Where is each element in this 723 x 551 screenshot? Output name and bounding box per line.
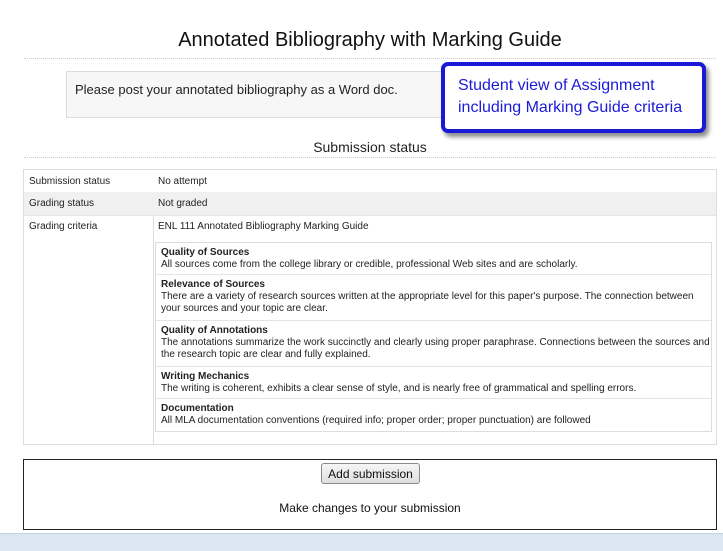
criterion-name: Quality of Annotations [161,325,268,336]
criterion-name: Quality of Sources [161,247,250,258]
criterion-description: All sources come from the college librar… [161,259,578,270]
criterion-description: The annotations summarize the work succi… [161,337,710,360]
row-label: Submission status [29,176,111,187]
criterion-writing-mechanics: Writing Mechanics The writing is coheren… [156,371,711,399]
criterion-name: Documentation [161,403,234,414]
criterion-documentation: Documentation All MLA documentation conv… [156,403,711,431]
submission-status-heading: Submission status [313,139,427,155]
annotation-callout: Student view of Assignment including Mar… [441,62,706,133]
callout-line-2: including Marking Guide criteria [458,99,683,116]
row-label: Grading criteria [29,221,98,232]
submission-help-text: Make changes to your submission [279,501,461,515]
row-value: Not graded [158,198,208,209]
title-divider [24,58,716,59]
table-row-grading-status: Grading status Not graded [24,192,716,216]
criterion-name: Writing Mechanics [161,371,250,382]
criterion-description: The writing is coherent, exhibits a clea… [161,383,637,394]
marking-guide-criteria: Quality of Sources All sources come from… [155,242,712,432]
row-value: ENL 111 Annotated Bibliography Marking G… [158,221,369,232]
criterion-quality-of-annotations: Quality of Annotations The annotations s… [156,325,711,367]
callout-line-1: Student view of Assignment [458,77,655,94]
page-title: Annotated Bibliography with Marking Guid… [178,29,562,51]
table-row-submission-status: Submission status No attempt [24,170,716,193]
submission-status-table: Submission status No attempt Grading sta… [23,169,717,445]
criterion-quality-of-sources: Quality of Sources All sources come from… [156,247,711,275]
criterion-description: There are a variety of research sources … [161,291,694,314]
submission-actions: Add submission Make changes to your subm… [23,459,717,530]
criterion-name: Relevance of Sources [161,279,265,290]
section-divider [24,157,716,158]
criterion-description: All MLA documentation conventions (requi… [161,415,591,426]
row-label: Grading status [29,198,95,209]
criterion-relevance-of-sources: Relevance of Sources There are a variety… [156,279,711,321]
row-value: No attempt [158,176,207,187]
page-footer [0,533,723,551]
add-submission-button[interactable]: Add submission [321,463,420,484]
